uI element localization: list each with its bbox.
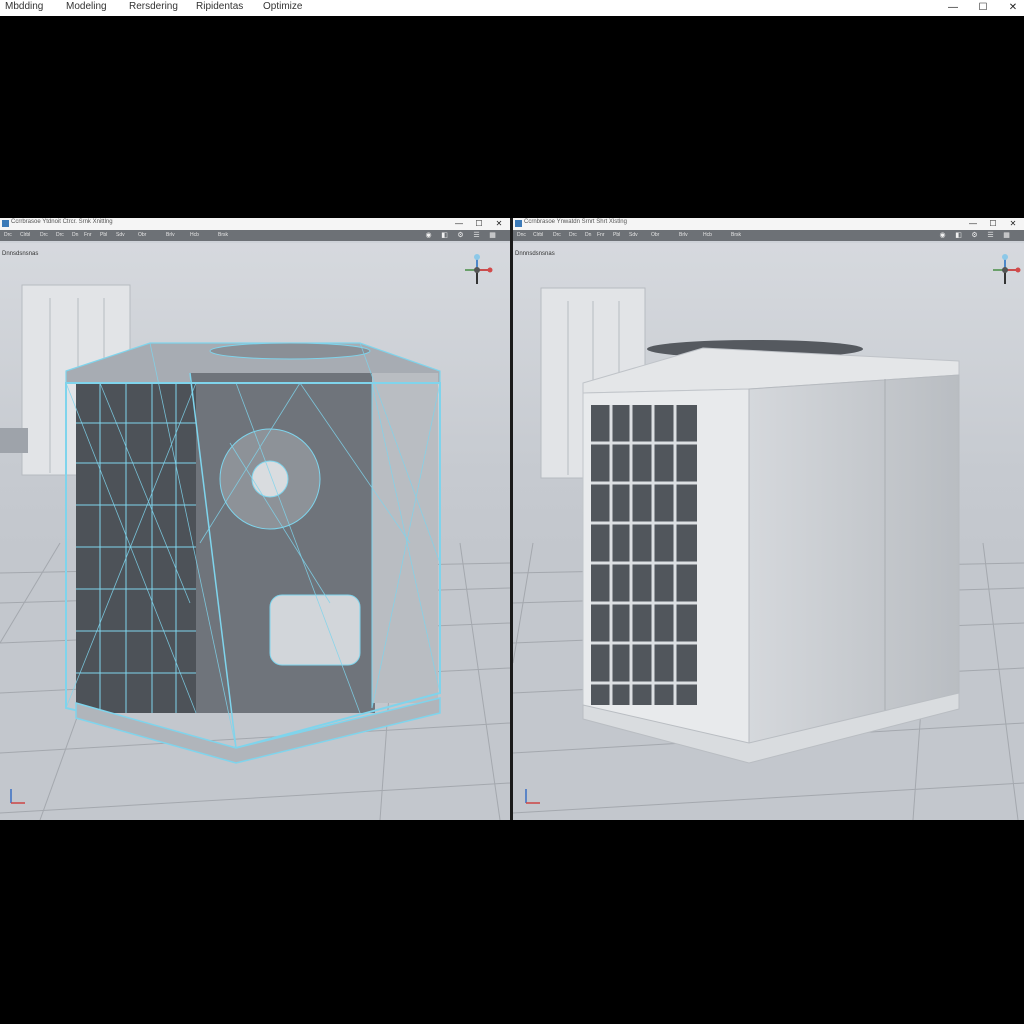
left-toolbar: Drc Clrbl Drc Drc Dn Fnr Pbl Sdv Obr Brl… (0, 230, 510, 241)
left-viewport-window: Ccrrbrasoe Ytdnoit Ctrcr. Srnk Xnittlng … (0, 218, 510, 820)
toolbar-item[interactable]: Drc (4, 232, 12, 238)
menu-bar: Mbdding Modeling Rersdering Ripidentas O… (0, 0, 1024, 16)
viewport-label: Dnnsdsnsnas (2, 251, 39, 257)
toolbar-item[interactable]: Sdv (629, 232, 638, 238)
maximize-icon[interactable]: ☐ (472, 218, 486, 230)
right-toolbar: Dnc Clrbl Drc Drc Dn Fnr Pbl Sdv Obr Brl… (513, 230, 1024, 241)
maximize-icon[interactable]: ☐ (986, 218, 1000, 230)
close-icon[interactable]: ✕ (1006, 218, 1020, 230)
wireframe-unit (65, 342, 441, 764)
right-viewport-window: Ccrnbrasoe Ynwatdn Srnrt Shrt Xlstlng — … (513, 218, 1024, 820)
minimize-icon[interactable]: — (966, 218, 980, 230)
layers-icon[interactable]: ☰ (986, 231, 995, 240)
maximize-icon[interactable]: ☐ (973, 0, 993, 16)
toolbar-item[interactable]: Brsk (218, 232, 228, 238)
menu-rendering[interactable]: Rersdering (129, 1, 178, 12)
toolbar-item[interactable]: Obr (651, 232, 659, 238)
shaded-viewport[interactable] (513, 243, 1024, 820)
toolbar-item[interactable]: Pbl (100, 232, 107, 238)
grid-icon[interactable]: ▦ (488, 231, 497, 240)
app-icon (515, 220, 522, 227)
toolbar-item[interactable]: Pbl (613, 232, 620, 238)
toolbar-item[interactable]: Obr (138, 232, 146, 238)
right-window-title: Ccrnbrasoe Ynwatdn Srnrt Shrt Xlstlng (524, 219, 627, 225)
view-gizmo-icon[interactable] (460, 253, 494, 287)
toolbar-item[interactable]: Drc (553, 232, 561, 238)
menu-mbdding[interactable]: Mbdding (5, 1, 43, 12)
toolbar-item[interactable]: Dn (72, 232, 78, 238)
right-titlebar: Ccrnbrasoe Ynwatdn Srnrt Shrt Xlstlng — … (513, 218, 1024, 230)
toolbar-item[interactable]: Hcb (703, 232, 712, 238)
shaded-unit (582, 340, 960, 764)
camera-icon[interactable]: ◧ (440, 231, 449, 240)
toolbar-item[interactable]: Drc (40, 232, 48, 238)
toolbar-item[interactable]: Clrbl (533, 232, 543, 238)
menu-ripidentas[interactable]: Ripidentas (196, 1, 243, 12)
render-icon[interactable]: ◉ (424, 231, 433, 240)
settings-icon[interactable]: ⚙ (456, 231, 465, 240)
grid-icon[interactable]: ▦ (1002, 231, 1011, 240)
close-icon[interactable]: ✕ (1003, 0, 1023, 16)
toolbar-item[interactable]: Fnr (84, 232, 92, 238)
toolbar-item[interactable]: Dnc (517, 232, 526, 238)
axis-triad-icon (8, 786, 28, 806)
toolbar-item[interactable]: Brlv (166, 232, 175, 238)
menu-modeling[interactable]: Modeling (66, 1, 107, 12)
left-window-title: Ccrrbrasoe Ytdnoit Ctrcr. Srnk Xnittlng (11, 219, 113, 225)
render-icon[interactable]: ◉ (938, 231, 947, 240)
toolbar-item[interactable]: Clrbl (20, 232, 30, 238)
view-gizmo-icon[interactable] (988, 253, 1022, 287)
empty-area (0, 820, 1024, 1024)
wireframe-viewport[interactable] (0, 243, 510, 820)
settings-icon[interactable]: ⚙ (970, 231, 979, 240)
toolbar-item[interactable]: Drc (569, 232, 577, 238)
toolbar-item[interactable]: Dn (585, 232, 591, 238)
toolbar-item[interactable]: Brsk (731, 232, 741, 238)
minimize-icon[interactable]: — (943, 0, 963, 16)
app-icon (2, 220, 9, 227)
toolbar-item[interactable]: Drc (56, 232, 64, 238)
toolbar-item[interactable]: Brlv (679, 232, 688, 238)
camera-icon[interactable]: ◧ (954, 231, 963, 240)
layers-icon[interactable]: ☰ (472, 231, 481, 240)
menu-optimize[interactable]: Optimize (263, 1, 302, 12)
toolbar-item[interactable]: Fnr (597, 232, 605, 238)
close-icon[interactable]: ✕ (492, 218, 506, 230)
axis-triad-icon (523, 786, 543, 806)
minimize-icon[interactable]: — (452, 218, 466, 230)
left-titlebar: Ccrrbrasoe Ytdnoit Ctrcr. Srnk Xnittlng … (0, 218, 510, 230)
toolbar-item[interactable]: Hcb (190, 232, 199, 238)
toolbar-item[interactable]: Sdv (116, 232, 125, 238)
viewport-label: Dnnnsdsnsnas (515, 251, 555, 257)
